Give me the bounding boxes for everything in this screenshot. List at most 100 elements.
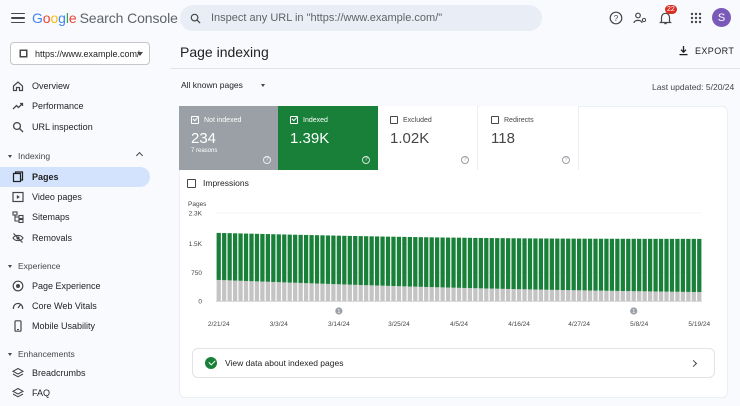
bar-not-indexed bbox=[658, 291, 664, 301]
bar-not-indexed bbox=[478, 288, 483, 301]
bar-not-indexed bbox=[506, 288, 511, 301]
bar-not-indexed bbox=[577, 290, 582, 301]
bar-not-indexed bbox=[391, 286, 396, 301]
bar-indexed bbox=[560, 238, 565, 291]
bar-not-indexed bbox=[369, 285, 374, 301]
bar-indexed bbox=[653, 238, 658, 292]
bar-indexed bbox=[637, 238, 642, 292]
bar-not-indexed bbox=[293, 282, 298, 301]
bar-indexed bbox=[402, 236, 407, 287]
bar-indexed bbox=[516, 238, 522, 290]
bar-indexed bbox=[396, 236, 402, 287]
bar-indexed bbox=[544, 238, 549, 290]
bar-not-indexed bbox=[511, 289, 516, 301]
bar-not-indexed bbox=[298, 282, 303, 301]
bar-not-indexed bbox=[637, 291, 642, 301]
bar-indexed bbox=[320, 235, 325, 284]
bar-indexed bbox=[691, 238, 696, 292]
bar-indexed bbox=[675, 238, 680, 292]
bar-not-indexed bbox=[358, 284, 363, 301]
bar-indexed bbox=[664, 238, 669, 292]
annotation-label: 1 bbox=[632, 309, 635, 315]
bar-indexed bbox=[429, 237, 434, 288]
bar-indexed bbox=[620, 238, 625, 291]
bar-indexed bbox=[358, 236, 363, 285]
bar-indexed bbox=[309, 235, 314, 284]
bar-not-indexed bbox=[571, 290, 576, 301]
bar-not-indexed bbox=[402, 286, 407, 301]
bar-indexed bbox=[593, 238, 598, 291]
bar-indexed bbox=[407, 236, 412, 287]
view-indexed-pages-link[interactable]: View data about indexed pages bbox=[192, 348, 715, 378]
bar-indexed bbox=[582, 238, 587, 291]
x-tick-label: 4/16/24 bbox=[508, 321, 530, 328]
bar-indexed bbox=[342, 235, 347, 285]
bar-indexed bbox=[555, 238, 560, 290]
bar-not-indexed bbox=[653, 291, 658, 301]
bar-not-indexed bbox=[549, 289, 554, 301]
bar-indexed bbox=[347, 235, 352, 285]
bar-indexed bbox=[615, 238, 620, 291]
bar-not-indexed bbox=[489, 288, 494, 301]
bar-indexed bbox=[484, 238, 489, 289]
y-tick-label: 2.3K bbox=[189, 211, 203, 218]
bar-indexed bbox=[271, 234, 276, 282]
bar-not-indexed bbox=[522, 289, 527, 301]
bar-indexed bbox=[495, 238, 500, 289]
bar-indexed bbox=[500, 238, 505, 289]
bar-not-indexed bbox=[533, 289, 538, 301]
indexing-chart: Pages 2.3K 1.5K 750 0 1 1 2/21/24 3/3/24 3/14/24 3… bbox=[188, 201, 710, 328]
bar-not-indexed bbox=[260, 281, 265, 301]
bar-not-indexed bbox=[396, 286, 402, 301]
bar-indexed bbox=[325, 235, 331, 284]
x-tick-label: 4/5/24 bbox=[450, 321, 468, 328]
x-tick-label: 5/8/24 bbox=[630, 321, 648, 328]
bar-not-indexed bbox=[254, 281, 260, 301]
bar-indexed bbox=[462, 237, 467, 288]
bar-indexed bbox=[435, 237, 440, 288]
bar-not-indexed bbox=[516, 289, 522, 301]
bar-indexed bbox=[506, 238, 511, 289]
bar-not-indexed bbox=[424, 286, 429, 301]
bar-not-indexed bbox=[353, 284, 358, 301]
bar-indexed bbox=[445, 237, 451, 288]
bar-not-indexed bbox=[232, 280, 238, 301]
bar-not-indexed bbox=[380, 285, 385, 301]
bar-not-indexed bbox=[331, 284, 336, 301]
x-tick-label: 3/14/24 bbox=[328, 321, 350, 328]
bar-indexed bbox=[293, 234, 298, 283]
bar-indexed bbox=[385, 236, 391, 286]
bar-not-indexed bbox=[445, 287, 451, 301]
bar-not-indexed bbox=[265, 281, 271, 301]
bar-not-indexed bbox=[675, 291, 680, 301]
bar-indexed bbox=[287, 234, 292, 283]
bar-indexed bbox=[669, 238, 675, 292]
bar-indexed bbox=[566, 238, 571, 291]
bar-indexed bbox=[331, 235, 336, 285]
y-tick-label: 750 bbox=[191, 270, 202, 277]
bar-indexed bbox=[642, 238, 647, 292]
bar-indexed bbox=[631, 238, 636, 292]
bar-not-indexed bbox=[647, 291, 653, 301]
bar-not-indexed bbox=[413, 286, 418, 301]
bar-indexed bbox=[577, 238, 582, 291]
bar-not-indexed bbox=[680, 291, 686, 301]
bar-not-indexed bbox=[282, 282, 287, 301]
bar-indexed bbox=[489, 238, 494, 289]
bar-not-indexed bbox=[364, 285, 369, 301]
bar-indexed bbox=[238, 233, 243, 281]
bar-indexed bbox=[249, 233, 254, 282]
bar-indexed bbox=[549, 238, 554, 290]
bar-not-indexed bbox=[407, 286, 412, 301]
x-tick-label: 4/27/24 bbox=[568, 321, 590, 328]
bar-not-indexed bbox=[440, 287, 445, 301]
bar-indexed bbox=[451, 237, 456, 288]
bar-indexed bbox=[353, 236, 358, 285]
bar-not-indexed bbox=[598, 290, 604, 301]
bar-indexed bbox=[282, 234, 287, 283]
bar-not-indexed bbox=[342, 284, 347, 301]
bar-indexed bbox=[473, 237, 478, 289]
bar-indexed bbox=[533, 238, 538, 290]
bar-not-indexed bbox=[538, 289, 544, 301]
bar-not-indexed bbox=[243, 280, 249, 301]
